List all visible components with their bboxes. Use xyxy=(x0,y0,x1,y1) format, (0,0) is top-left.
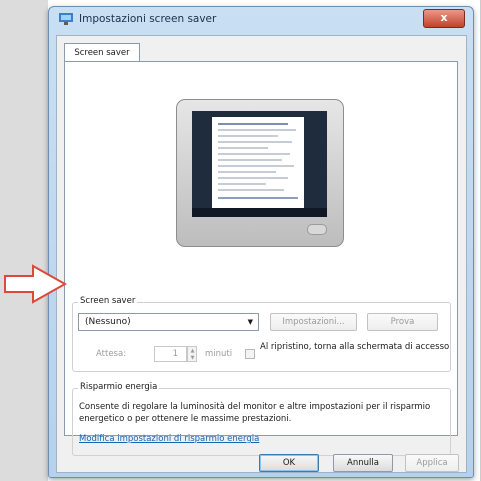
screensaver-selected-value: (Nessuno) xyxy=(85,317,131,327)
tab-screen-saver[interactable]: Screen saver xyxy=(64,43,140,62)
wait-label: Attesa: xyxy=(96,349,127,359)
screensaver-group-label: Screen saver xyxy=(78,296,138,306)
wait-minutes-input[interactable]: 1 xyxy=(154,346,187,362)
tab-panel: Screen saver (Nessuno) ▼ Impostazioni...… xyxy=(64,61,458,456)
energy-description: Consente di regolare la luminosità del m… xyxy=(79,402,431,424)
wait-minutes-stepper[interactable]: ▲ ▼ xyxy=(187,346,197,362)
resume-login-label[interactable]: Al ripristino, torna alla schermata di a… xyxy=(260,342,450,353)
resume-login-checkbox[interactable] xyxy=(245,349,255,359)
close-button[interactable]: x xyxy=(423,9,465,28)
preview-taskbar xyxy=(192,208,327,217)
screensaver-settings-window: Impostazioni screen saver x Screen saver xyxy=(48,6,474,478)
chevron-up-icon[interactable]: ▲ xyxy=(189,348,196,354)
window-title: Impostazioni screen saver xyxy=(79,13,217,25)
energy-settings-link[interactable]: Modifica impostazioni di risparmio energ… xyxy=(79,434,259,444)
preview-button[interactable]: Prova xyxy=(367,313,438,331)
chevron-down-icon[interactable]: ▼ xyxy=(189,355,196,361)
left-margin-strip xyxy=(0,0,48,481)
monitor-preview xyxy=(176,99,344,247)
screensaver-dropdown[interactable]: (Nessuno) ▼ xyxy=(78,313,259,331)
minutes-label: minuti xyxy=(205,349,233,359)
cancel-button[interactable]: Annulla xyxy=(333,454,393,472)
preview-screen xyxy=(192,111,327,217)
display-settings-icon xyxy=(59,13,73,25)
red-arrow-icon xyxy=(4,264,67,304)
ok-button[interactable]: OK xyxy=(259,454,319,472)
chevron-down-icon: ▼ xyxy=(247,318,253,326)
title-bar[interactable]: Impostazioni screen saver x xyxy=(49,7,473,33)
preview-window xyxy=(212,117,304,209)
wait-minutes-value: 1 xyxy=(172,349,178,359)
energy-group-label: Risparmio energia xyxy=(78,382,160,392)
apply-button[interactable]: Applica xyxy=(405,454,459,472)
dialog-body: Screen saver Screen saver (Nessuno) ▼ Im… xyxy=(56,35,467,473)
monitor-power-button xyxy=(307,224,327,235)
settings-button[interactable]: Impostazioni... xyxy=(270,313,357,331)
